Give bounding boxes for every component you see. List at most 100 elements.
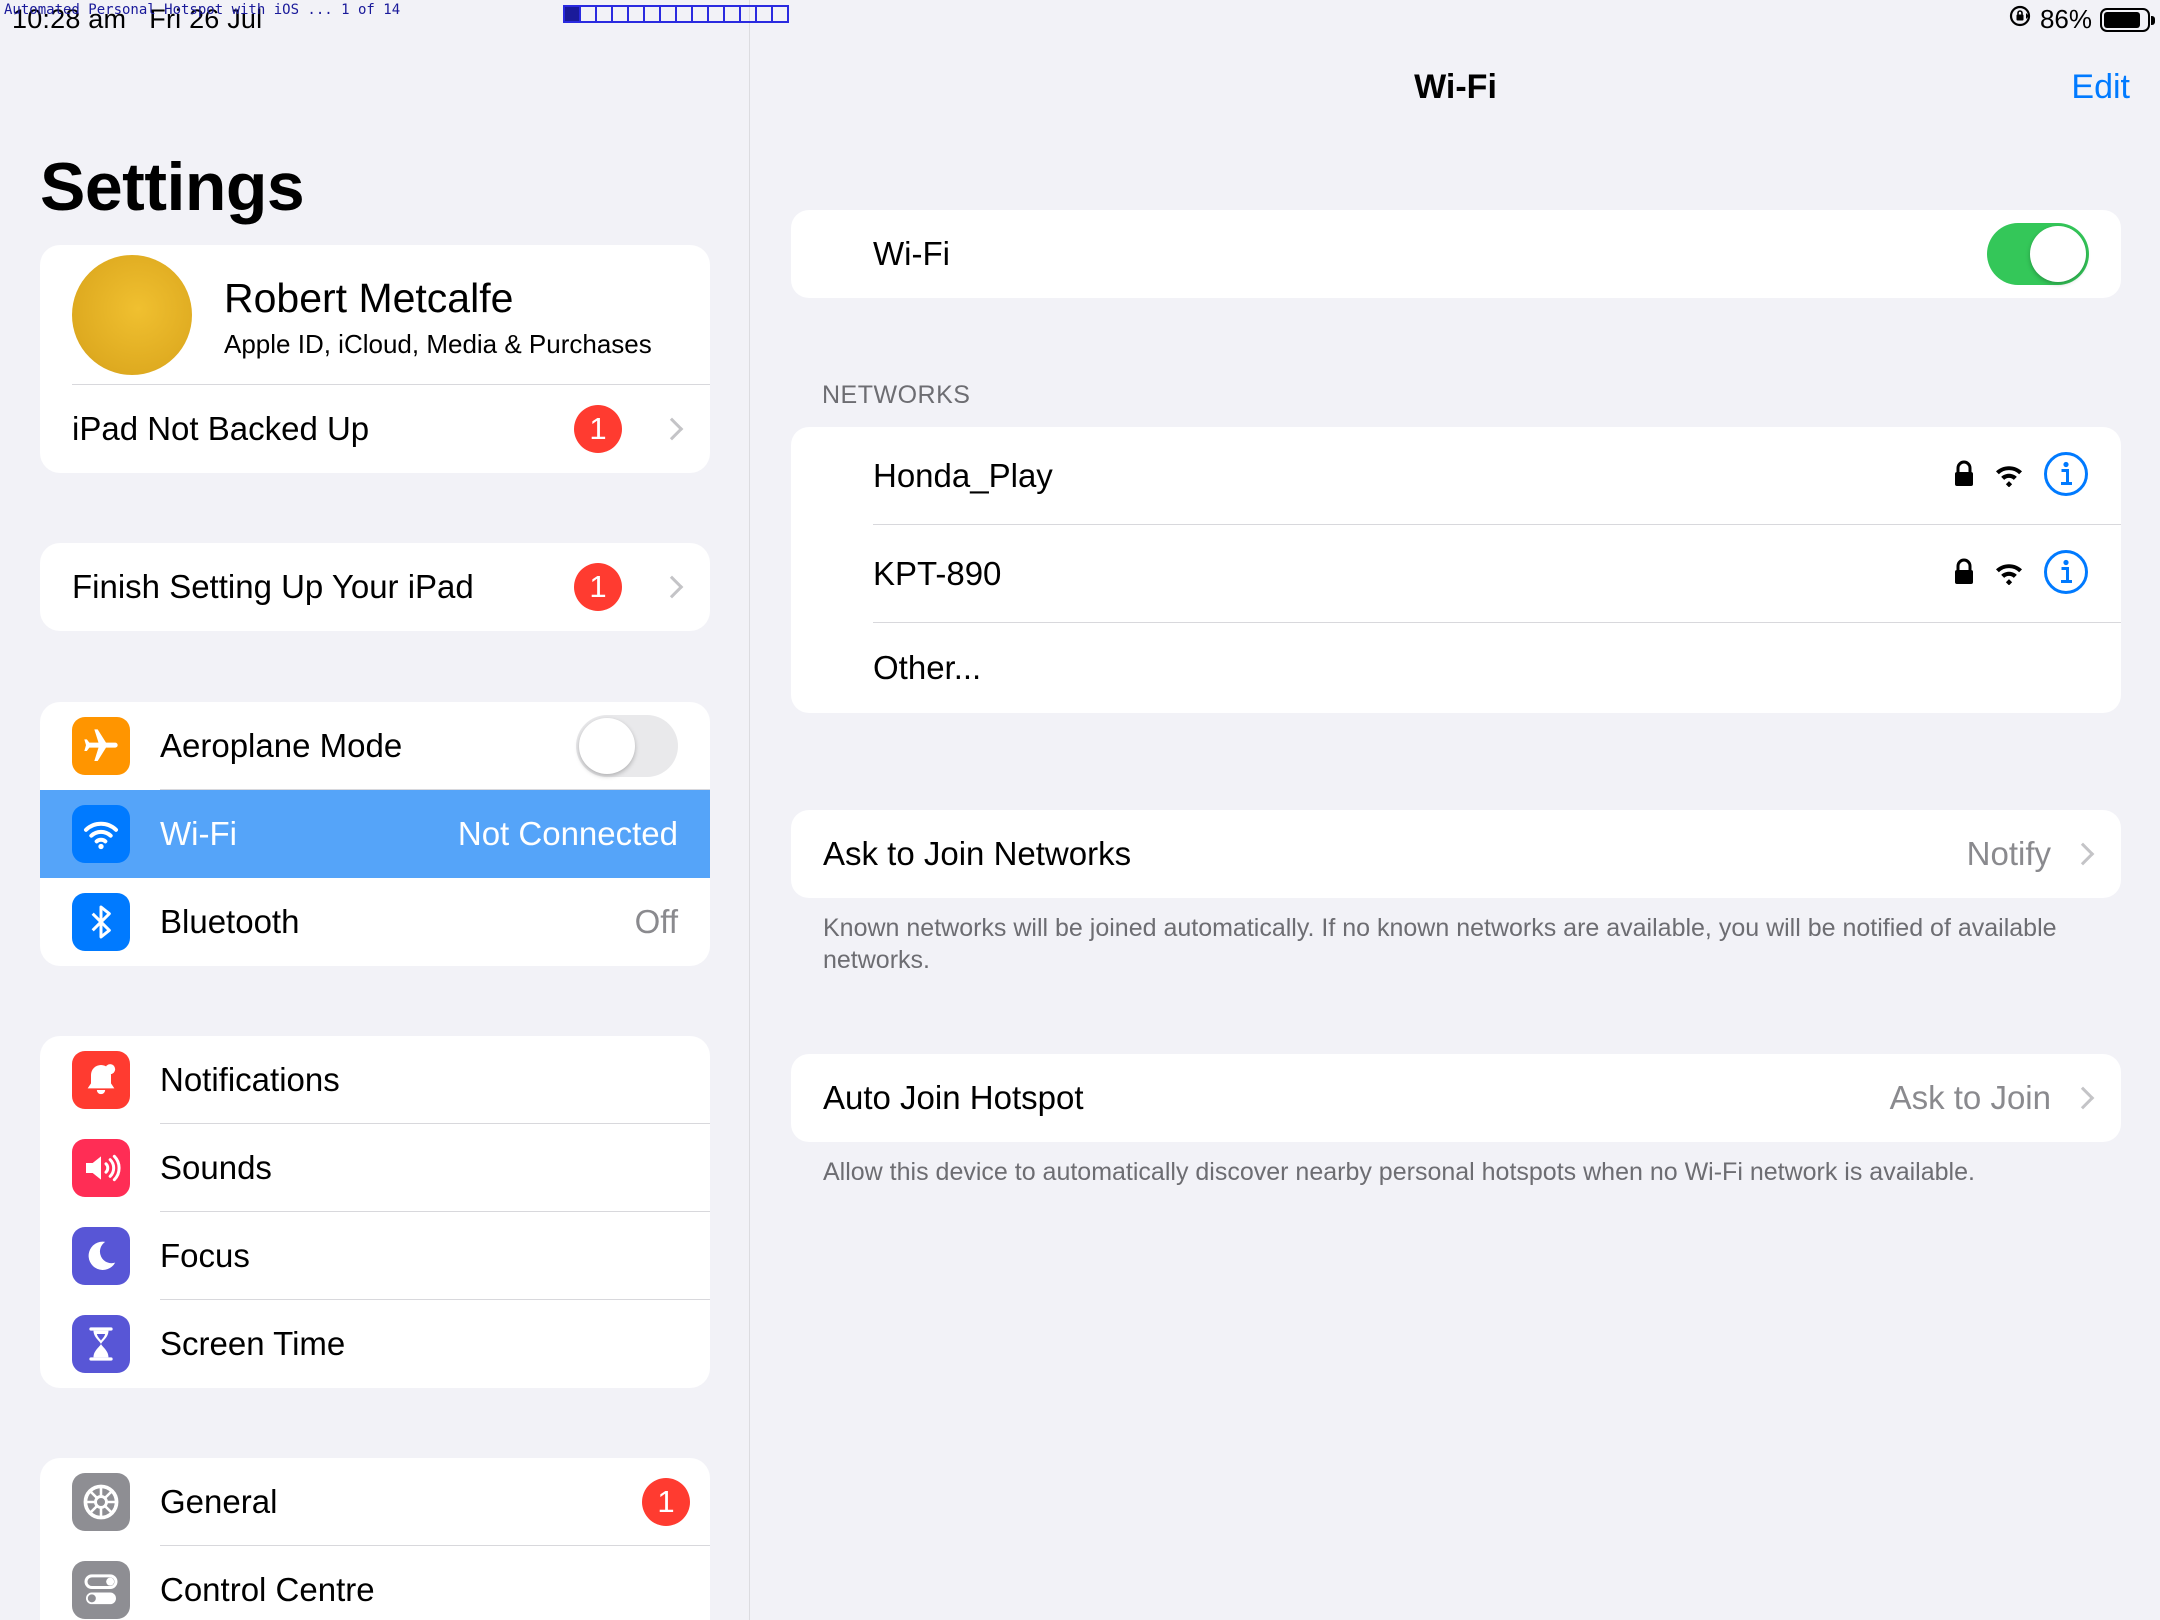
sidebar-item-general[interactable]: General 1 [40, 1458, 710, 1546]
ask-to-join-row[interactable]: Ask to Join Networks Notify [791, 810, 2121, 898]
sidebar-item-label: Wi-Fi [160, 815, 237, 852]
general-badge: 1 [642, 1478, 690, 1526]
finish-setup-label: Finish Setting Up Your iPad [72, 568, 474, 605]
other-network-row[interactable]: Other... [791, 623, 2121, 713]
progress-segment [645, 7, 661, 21]
ask-to-join-footnote: Known networks will be joined automatica… [823, 914, 2057, 974]
bluetooth-icon [72, 893, 130, 951]
gear-icon [72, 1473, 130, 1531]
backup-badge: 1 [574, 405, 622, 453]
battery-icon [2100, 7, 2155, 32]
apple-id-card: Robert Metcalfe Apple ID, iCloud, Media … [40, 245, 710, 473]
status-right: 86% [2008, 4, 2155, 35]
chevron-right-icon [2071, 1086, 2095, 1110]
progress-segment [613, 7, 629, 21]
wifi-toggle-row: Wi-Fi [791, 210, 2121, 298]
ask-to-join-value: Notify [1966, 835, 2051, 872]
sidebar-item-notifications[interactable]: Notifications [40, 1036, 710, 1124]
profile-name: Robert Metcalfe [224, 275, 514, 321]
wifi-toggle-label: Wi-Fi [873, 235, 950, 272]
ask-to-join-label: Ask to Join Networks [823, 835, 1132, 872]
lock-icon [1953, 460, 1975, 493]
recording-progress-bar [563, 5, 789, 23]
finish-setup-badge: 1 [574, 563, 622, 611]
networks-header: NETWORKS [822, 381, 971, 409]
progress-segment [709, 7, 725, 21]
sidebar-item-wifi[interactable]: Wi-Fi Not Connected [40, 790, 710, 878]
finish-setup-row[interactable]: Finish Setting Up Your iPad 1 [40, 543, 710, 631]
profile-subtitle: Apple ID, iCloud, Media & Purchases [224, 329, 652, 359]
auto-join-hotspot-value: Ask to Join [1889, 1079, 2051, 1116]
sidebar-item-label: Screen Time [160, 1325, 346, 1362]
progress-segment [661, 7, 677, 21]
edit-button[interactable]: Edit [2071, 68, 2130, 107]
network-name: KPT-890 [873, 555, 1002, 592]
bluetooth-status-value: Off [634, 903, 678, 940]
auto-join-hotspot-row[interactable]: Auto Join Hotspot Ask to Join [791, 1054, 2121, 1142]
setup-card: Finish Setting Up Your iPad 1 [40, 543, 710, 631]
settings-sidebar: Settings Robert Metcalfe Apple ID, iClou… [0, 0, 750, 1620]
network-row[interactable]: KPT-890 [791, 525, 2121, 623]
ask-to-join-card: Ask to Join Networks Notify [791, 810, 2121, 898]
progress-segment [693, 7, 709, 21]
wifi-signal-icon [1993, 559, 2025, 590]
sidebar-item-aeroplane-mode[interactable]: Aeroplane Mode [40, 702, 710, 790]
auto-join-hotspot-card: Auto Join Hotspot Ask to Join [791, 1054, 2121, 1142]
sidebar-item-label: Sounds [160, 1149, 272, 1186]
progress-segment [773, 7, 787, 21]
alerts-card: Notifications Sounds Focus Screen Time [40, 1036, 710, 1388]
progress-segment [725, 7, 741, 21]
backup-label: iPad Not Backed Up [72, 410, 370, 447]
bell-icon [72, 1051, 130, 1109]
apple-id-row[interactable]: Robert Metcalfe Apple ID, iCloud, Media … [40, 245, 710, 385]
hourglass-icon [72, 1315, 130, 1373]
sidebar-item-bluetooth[interactable]: Bluetooth Off [40, 878, 710, 966]
info-icon[interactable] [2043, 549, 2089, 600]
sidebar-item-label: Bluetooth [160, 903, 300, 940]
connectivity-card: Aeroplane Mode Wi-Fi Not Connected Bluet… [40, 702, 710, 966]
system-card: General 1 Control Centre [40, 1458, 710, 1620]
battery-percent: 86% [2039, 4, 2092, 34]
aeroplane-mode-toggle[interactable] [576, 715, 678, 777]
switches-icon [72, 1561, 130, 1619]
network-name: Honda_Play [873, 457, 1053, 494]
sidebar-item-label: Notifications [160, 1061, 340, 1098]
sidebar-item-control-centre[interactable]: Control Centre [40, 1546, 710, 1620]
wifi-toggle[interactable] [1987, 223, 2089, 285]
network-row[interactable]: Honda_Play [791, 427, 2121, 525]
sidebar-item-label: Control Centre [160, 1571, 375, 1608]
sidebar-item-label: Aeroplane Mode [160, 727, 403, 764]
wifi-signal-icon [1993, 461, 2025, 492]
wifi-toggle-card: Wi-Fi [791, 210, 2121, 298]
sidebar-item-focus[interactable]: Focus [40, 1212, 710, 1300]
progress-segment [629, 7, 645, 21]
status-bar: 10:28 am Fri 26 Jul Automated Personal H… [0, 0, 2160, 40]
chevron-right-icon [660, 417, 684, 441]
nav-title: Wi-Fi [1414, 68, 1497, 106]
auto-join-hotspot-footnote: Allow this device to automatically disco… [823, 1158, 1975, 1186]
wifi-detail-pane: Wi-Fi Edit Wi-Fi NETWORKS Honda_Play KPT… [751, 0, 2160, 1620]
page-title: Settings [40, 149, 305, 225]
backup-row[interactable]: iPad Not Backed Up 1 [40, 385, 710, 473]
sidebar-item-label: General [160, 1483, 278, 1520]
progress-segment [581, 7, 597, 21]
info-icon[interactable] [2043, 451, 2089, 502]
sidebar-item-sounds[interactable]: Sounds [40, 1124, 710, 1212]
networks-card: Honda_Play KPT-890 Other... [791, 427, 2121, 713]
ipad-screen: Settings Robert Metcalfe Apple ID, iClou… [0, 0, 2160, 1620]
airplane-icon [72, 717, 130, 775]
progress-segment [741, 7, 757, 21]
other-network-label: Other... [873, 649, 982, 686]
sidebar-item-screen-time[interactable]: Screen Time [40, 1300, 710, 1388]
speaker-icon [72, 1139, 130, 1197]
chevron-right-icon [660, 575, 684, 599]
orientation-lock-icon [2008, 4, 2032, 35]
lock-icon [1953, 558, 1975, 591]
progress-segment [677, 7, 693, 21]
progress-segment [757, 7, 773, 21]
moon-icon [72, 1227, 130, 1285]
progress-segment [565, 7, 581, 21]
recording-label: Automated Personal Hotspot with iOS ... … [4, 2, 401, 18]
progress-segment [597, 7, 613, 21]
avatar [72, 255, 192, 375]
